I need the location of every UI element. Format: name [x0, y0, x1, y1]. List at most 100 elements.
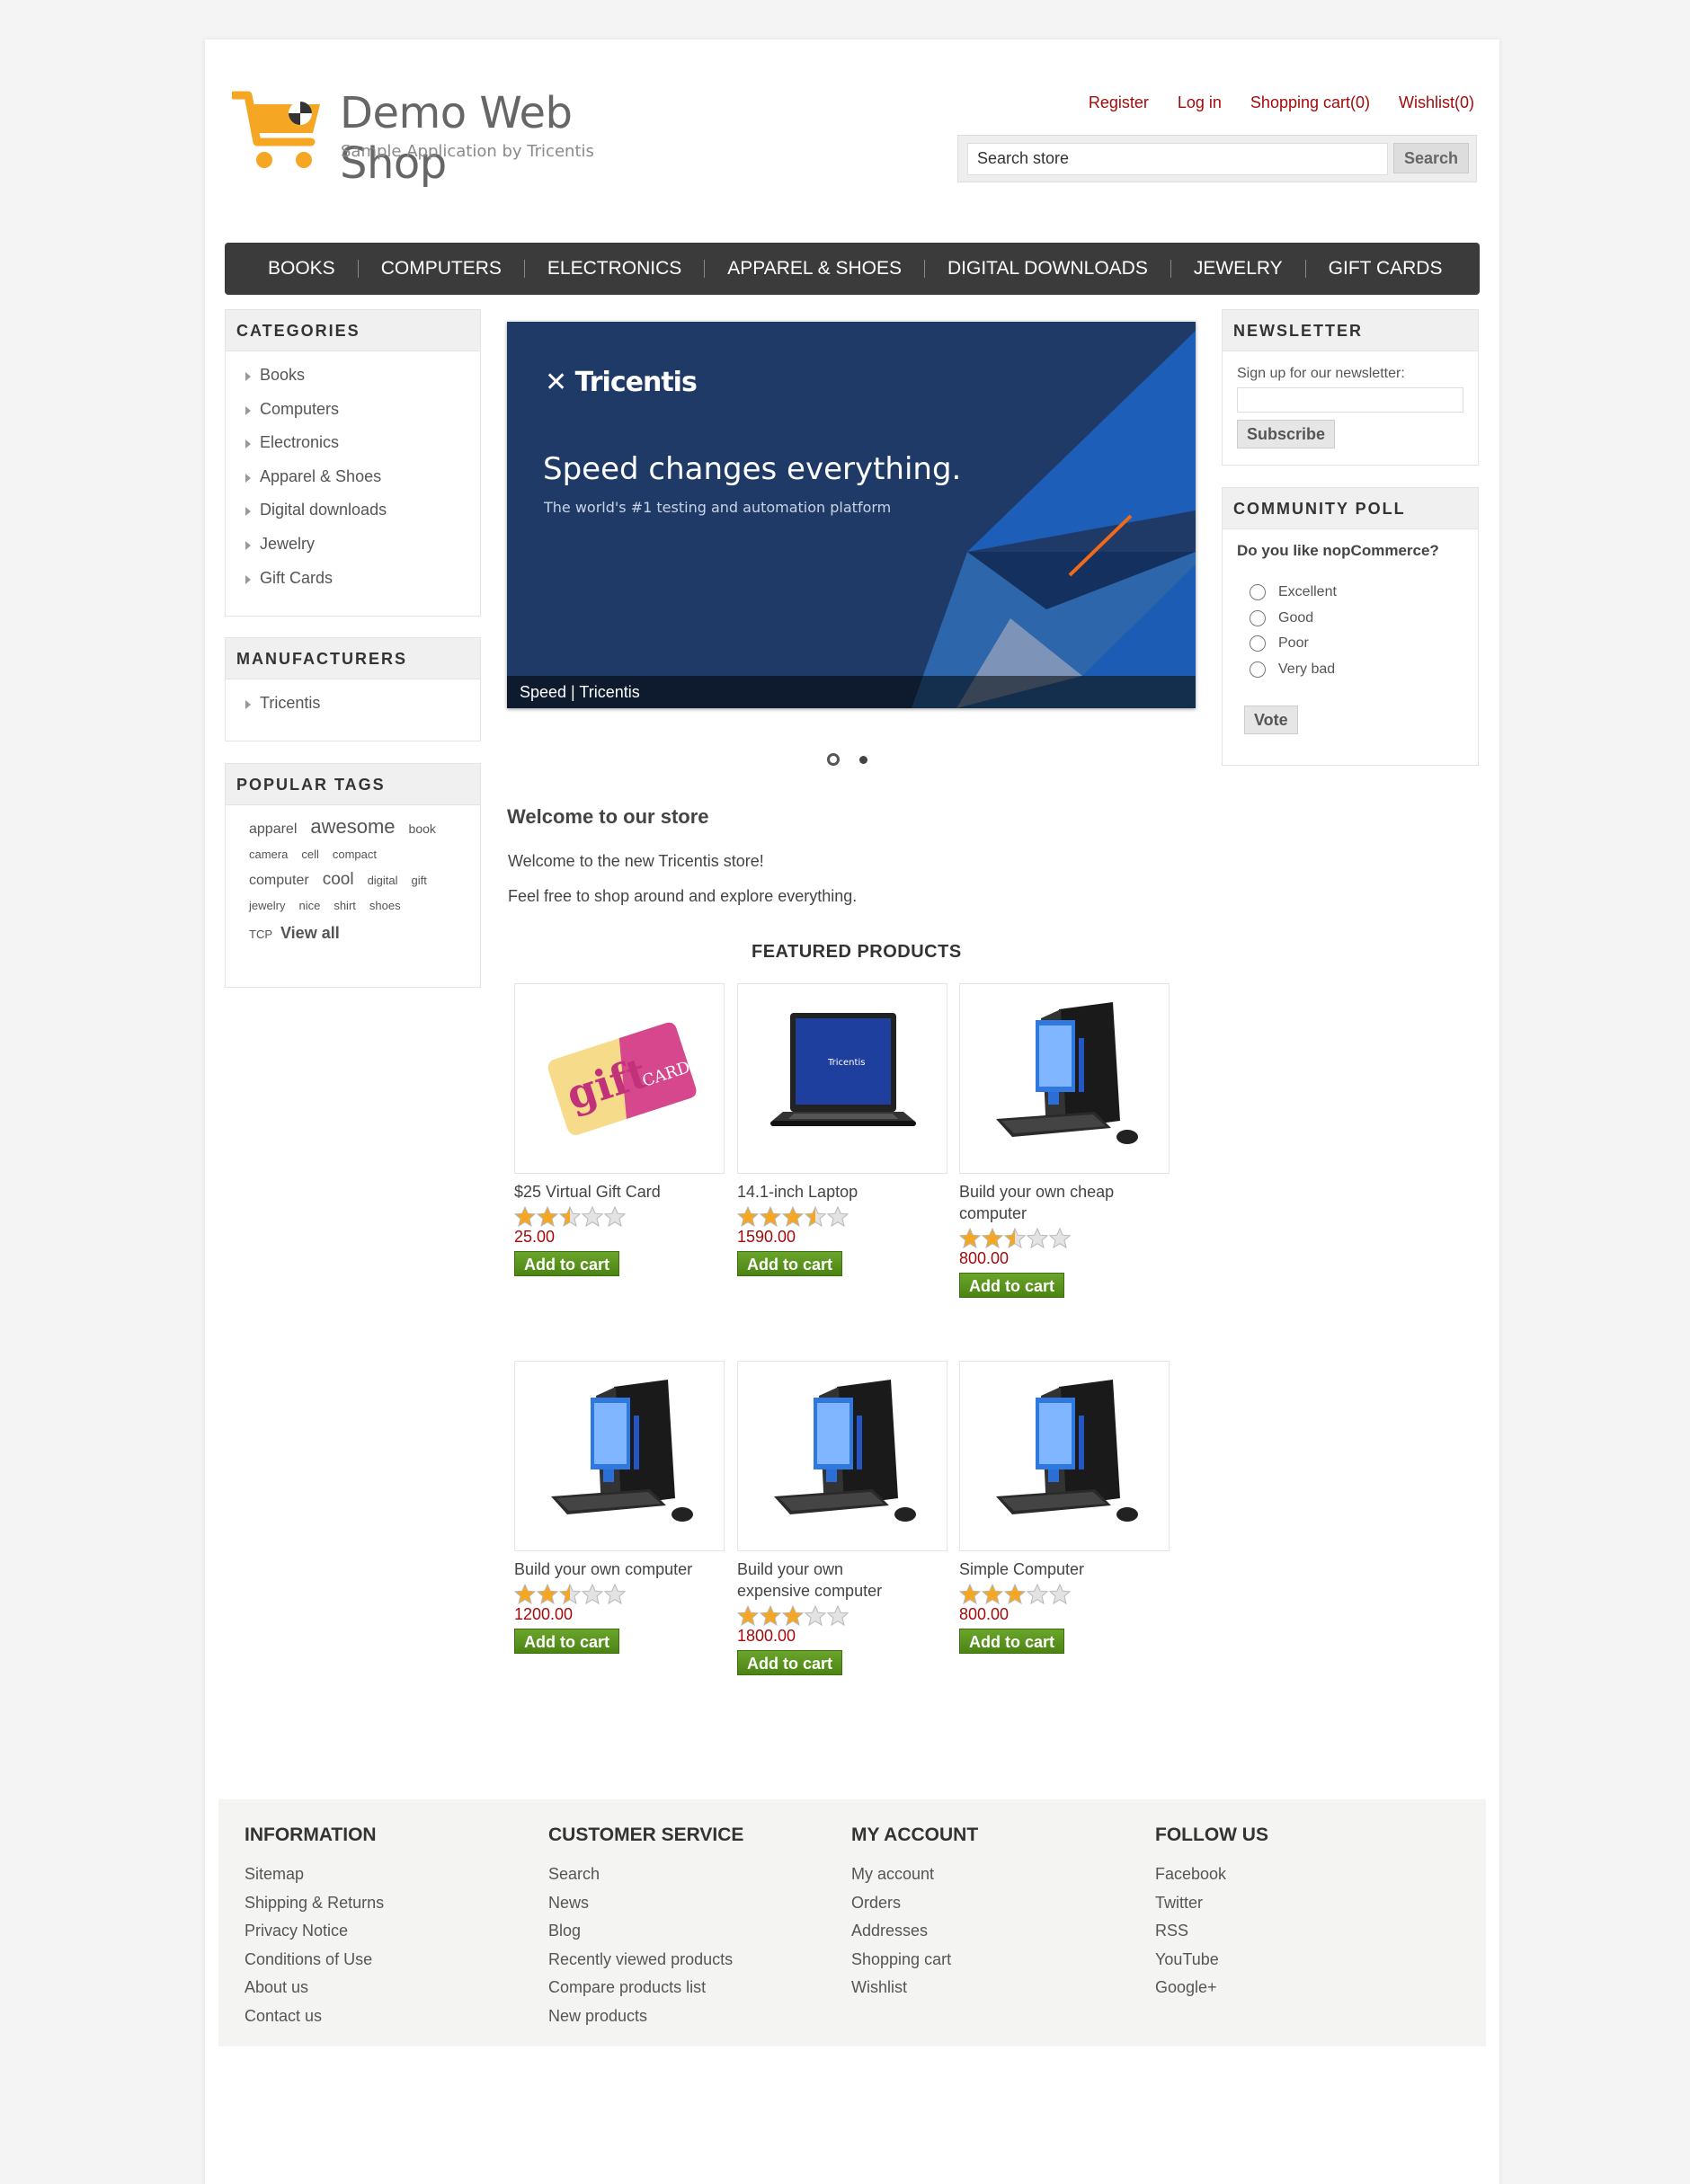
add-to-cart-button[interactable]: Add to cart [959, 1629, 1065, 1654]
footer-link-orders[interactable]: Orders [851, 1889, 978, 1918]
tag-compact[interactable]: compact [333, 842, 377, 867]
product-image-desktop[interactable] [737, 1361, 947, 1551]
product-title[interactable]: Build your own computer [514, 1558, 694, 1580]
store-logo[interactable]: Demo Web Shop Sample Application by Tric… [232, 86, 647, 189]
search-input[interactable]: Search store [967, 143, 1388, 175]
shopping-cart-link[interactable]: Shopping cart(0) [1250, 93, 1370, 112]
poll-option-poor[interactable]: Poor [1250, 631, 1478, 657]
tag-apparel[interactable]: apparel [249, 817, 297, 842]
footer-link-sitemap[interactable]: Sitemap [245, 1860, 384, 1889]
footer-link-recently-viewed-products[interactable]: Recently viewed products [548, 1946, 743, 1975]
tag-book[interactable]: book [409, 816, 436, 841]
footer-link-contact-us[interactable]: Contact us [245, 2002, 384, 2031]
tag-jewelry[interactable]: jewelry [249, 893, 285, 919]
rating-star-icon [1026, 1227, 1049, 1249]
category-computers[interactable]: Computers [245, 393, 480, 427]
add-to-cart-button[interactable]: Add to cart [737, 1650, 843, 1675]
product-title[interactable]: Simple Computer [959, 1558, 1139, 1580]
footer-link-compare-products-list[interactable]: Compare products list [548, 1974, 743, 2002]
footer-link-new-products[interactable]: New products [548, 2002, 743, 2031]
rating-star-icon [826, 1604, 849, 1627]
footer-link-youtube[interactable]: YouTube [1155, 1946, 1268, 1975]
newsletter-email-input[interactable] [1237, 387, 1463, 413]
footer-link-news[interactable]: News [548, 1889, 743, 1918]
poll-radio-poor[interactable] [1250, 635, 1266, 653]
category-list: Books Computers Electronics Apparel & Sh… [226, 351, 480, 595]
menu-item-digital-downloads[interactable]: DIGITAL DOWNLOADS [925, 259, 1171, 278]
newsletter-title: NEWSLETTER [1223, 310, 1478, 351]
footer-link-privacy-notice[interactable]: Privacy Notice [245, 1917, 384, 1946]
product-image-desktop[interactable] [514, 1361, 725, 1551]
slider-dot-1[interactable] [827, 753, 840, 766]
tag-nice[interactable]: nice [298, 893, 320, 919]
vote-button[interactable]: Vote [1244, 706, 1298, 734]
poll-radio-very-bad[interactable] [1250, 661, 1266, 678]
menu-item-apparel-shoes[interactable]: APPAREL & SHOES [705, 259, 925, 278]
poll-radio-good[interactable] [1250, 609, 1266, 626]
product-image-desktop[interactable] [959, 1361, 1170, 1551]
footer-link-addresses[interactable]: Addresses [851, 1917, 978, 1946]
poll-option-excellent[interactable]: Excellent [1250, 580, 1478, 606]
product-title[interactable]: Build your own cheap computer [959, 1181, 1139, 1224]
footer-link-shipping-returns[interactable]: Shipping & Returns [245, 1889, 384, 1918]
footer-link-twitter[interactable]: Twitter [1155, 1889, 1268, 1918]
menu-item-electronics[interactable]: ELECTRONICS [525, 259, 706, 278]
svg-text:Tricentis: Tricentis [827, 1058, 865, 1068]
tag-awesome[interactable]: awesome [310, 814, 395, 839]
product-title[interactable]: $25 Virtual Gift Card [514, 1181, 694, 1203]
poll-option-very-bad[interactable]: Very bad [1250, 657, 1478, 683]
poll-radio-excellent[interactable] [1250, 584, 1266, 601]
footer-link-my-account[interactable]: My account [851, 1860, 978, 1889]
footer-link-search[interactable]: Search [548, 1860, 743, 1889]
tag-shoes[interactable]: shoes [369, 893, 401, 919]
tag-shirt[interactable]: shirt [334, 893, 356, 919]
rating-star-icon [513, 1583, 537, 1605]
tag-camera[interactable]: camera [249, 842, 288, 867]
footer-link-google[interactable]: Google+ [1155, 1974, 1268, 2002]
view-all-tags-link[interactable]: View all [280, 920, 340, 946]
add-to-cart-button[interactable]: Add to cart [959, 1273, 1065, 1298]
tag-computer[interactable]: computer [249, 868, 309, 893]
menu-item-gift-cards[interactable]: GIFT CARDS [1306, 259, 1465, 278]
footer-link-about-us[interactable]: About us [245, 1974, 384, 2002]
footer-link-conditions-of-use[interactable]: Conditions of Use [245, 1946, 384, 1975]
category-jewelry[interactable]: Jewelry [245, 528, 480, 562]
menu-item-computers[interactable]: COMPUTERS [359, 259, 525, 278]
register-link[interactable]: Register [1089, 93, 1149, 112]
add-to-cart-button[interactable]: Add to cart [514, 1251, 620, 1276]
product-image-laptop[interactable]: Tricentis [737, 983, 947, 1174]
add-to-cart-button[interactable]: Add to cart [737, 1251, 843, 1276]
tag-tcp[interactable]: TCP [249, 922, 272, 947]
footer-link-rss[interactable]: RSS [1155, 1917, 1268, 1946]
category-digital-downloads[interactable]: Digital downloads [245, 493, 480, 528]
hero-slider[interactable]: ✕ Tricentis Speed changes everything. Th… [507, 322, 1196, 708]
tag-cloud: apparel awesome book camera cell compact compu… [226, 805, 480, 947]
product-image-desktop[interactable] [959, 983, 1170, 1174]
product-image-gift-card[interactable]: gift CARD [514, 983, 725, 1174]
login-link[interactable]: Log in [1178, 93, 1222, 112]
product-title[interactable]: 14.1-inch Laptop [737, 1181, 917, 1203]
tag-cool[interactable]: cool [323, 867, 354, 892]
tag-gift[interactable]: gift [412, 868, 427, 893]
category-gift-cards[interactable]: Gift Cards [245, 562, 480, 596]
footer-link-blog[interactable]: Blog [548, 1917, 743, 1946]
tag-digital[interactable]: digital [368, 868, 398, 893]
category-apparel-shoes[interactable]: Apparel & Shoes [245, 460, 480, 494]
poll-option-good[interactable]: Good [1250, 606, 1478, 632]
subscribe-button[interactable]: Subscribe [1237, 420, 1336, 448]
product-price: 800.00 [959, 1249, 1010, 1267]
wishlist-link[interactable]: Wishlist(0) [1399, 93, 1474, 112]
search-button[interactable]: Search [1393, 143, 1469, 173]
add-to-cart-button[interactable]: Add to cart [514, 1629, 620, 1654]
footer-link-facebook[interactable]: Facebook [1155, 1860, 1268, 1889]
slider-dot-2[interactable] [859, 755, 867, 764]
menu-item-jewelry[interactable]: JEWELRY [1171, 259, 1306, 278]
category-books[interactable]: Books [245, 359, 480, 393]
footer-link-wishlist[interactable]: Wishlist [851, 1974, 978, 2002]
product-title[interactable]: Build your own expensive computer [737, 1558, 917, 1602]
tag-cell[interactable]: cell [301, 842, 319, 867]
footer-link-shopping-cart[interactable]: Shopping cart [851, 1946, 978, 1975]
manufacturer-tricentis[interactable]: Tricentis [245, 687, 480, 721]
menu-item-books[interactable]: BOOKS [246, 259, 359, 278]
category-electronics[interactable]: Electronics [245, 426, 480, 460]
